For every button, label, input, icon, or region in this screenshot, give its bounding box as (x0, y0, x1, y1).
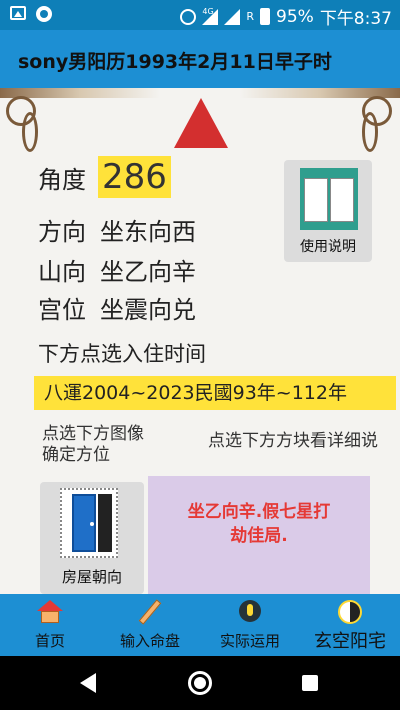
result-panel[interactable]: 坐乙向辛.假七星打 劫佳局. (148, 476, 370, 594)
tab-practical-use-label: 实际运用 (219, 632, 280, 650)
period-selector[interactable]: 八運2004~2023民國93年~112年 (34, 376, 396, 410)
angle-value: 286 (98, 156, 171, 198)
palace-value: 坐震向兑 (100, 296, 196, 324)
decorative-frame (0, 88, 400, 98)
direction-value: 坐东向西 (100, 218, 196, 246)
hint-left: 点选下方图像 确定方位 (42, 424, 144, 466)
mountain-value: 坐乙向辛 (100, 258, 196, 286)
direction-row: 方向 坐东向西 (38, 212, 196, 247)
mountain-row: 山向 坐乙向辛 (38, 252, 196, 287)
hint-right: 点选下方方块看详细说 (208, 431, 378, 451)
clock: 下午8:37 (319, 9, 392, 29)
title-bar: sony男阳历1993年2月11日早子时 (0, 30, 400, 88)
book-icon (300, 168, 358, 230)
house-facing-label: 房屋朝向 (61, 568, 122, 586)
tab-xuankong-house[interactable]: 玄空阳宅 (305, 594, 395, 656)
palace-row: 宫位 坐震向兑 (38, 290, 196, 325)
result-text: 坐乙向辛.假七星打 劫佳局. (148, 500, 370, 548)
palace-label: 宫位 (38, 296, 86, 324)
frame-ornament-icon (362, 112, 378, 152)
home-icon (37, 600, 63, 624)
signal-4g-icon: 4G (202, 6, 219, 25)
tab-input-chart-label: 输入命盘 (119, 632, 180, 650)
tab-home-label: 首页 (34, 632, 65, 650)
direction-label: 方向 (38, 218, 86, 246)
status-icons-right: 4G R 95% 下午8:37 (180, 4, 392, 29)
house-facing-button[interactable]: 房屋朝向 (40, 482, 144, 594)
angle-row: 角度 286 (38, 156, 171, 198)
angle-label: 角度 (38, 166, 86, 194)
page-title: sony男阳历1993年2月11日早子时 (18, 51, 332, 73)
tab-practical-use[interactable]: 实际运用 (210, 594, 290, 656)
battery-percent: 95% (276, 6, 314, 27)
result-line-2: 劫佳局. (230, 526, 288, 546)
frame-ornament-icon (22, 112, 38, 152)
status-bar: 4G R 95% 下午8:37 (0, 0, 400, 30)
hint-left-line-1: 点选下方图像 (42, 424, 144, 444)
alarm-icon (180, 8, 197, 25)
help-label: 使用说明 (300, 239, 356, 255)
gallery-icon (10, 6, 26, 20)
status-icons-left (10, 6, 52, 22)
pencil-icon (137, 599, 163, 625)
compass-pointer-icon (174, 98, 228, 148)
back-icon[interactable] (80, 673, 96, 693)
bulb-icon (237, 600, 263, 624)
home-circle-icon[interactable] (188, 671, 212, 695)
hint-left-line-2: 确定方位 (42, 445, 110, 465)
recent-apps-icon[interactable] (302, 675, 318, 691)
battery-icon (260, 8, 271, 25)
yin-yang-icon (337, 600, 363, 624)
roaming-label: R (246, 10, 255, 23)
help-button[interactable]: 使用说明 (284, 160, 372, 262)
result-line-1: 坐乙向辛.假七星打 (187, 502, 331, 522)
system-nav-bar (0, 656, 400, 710)
mountain-label: 山向 (38, 258, 86, 286)
record-icon (36, 6, 52, 22)
tab-home[interactable]: 首页 (20, 594, 80, 656)
tab-xuankong-house-label: 玄空阳宅 (314, 631, 386, 652)
prompt-text: 下方点选入住时间 (38, 342, 206, 366)
bottom-tab-bar: 首页 输入命盘 实际运用 玄空阳宅 (0, 594, 400, 656)
main-content: 角度 286 方向 坐东向西 山向 坐乙向辛 宫位 坐震向兑 使用说明 下方点选入住时间… (0, 88, 400, 594)
door-icon (60, 488, 118, 558)
tab-input-chart[interactable]: 输入命盘 (110, 594, 190, 656)
signal-icon (224, 8, 241, 25)
signal-label: 4G (202, 6, 214, 16)
